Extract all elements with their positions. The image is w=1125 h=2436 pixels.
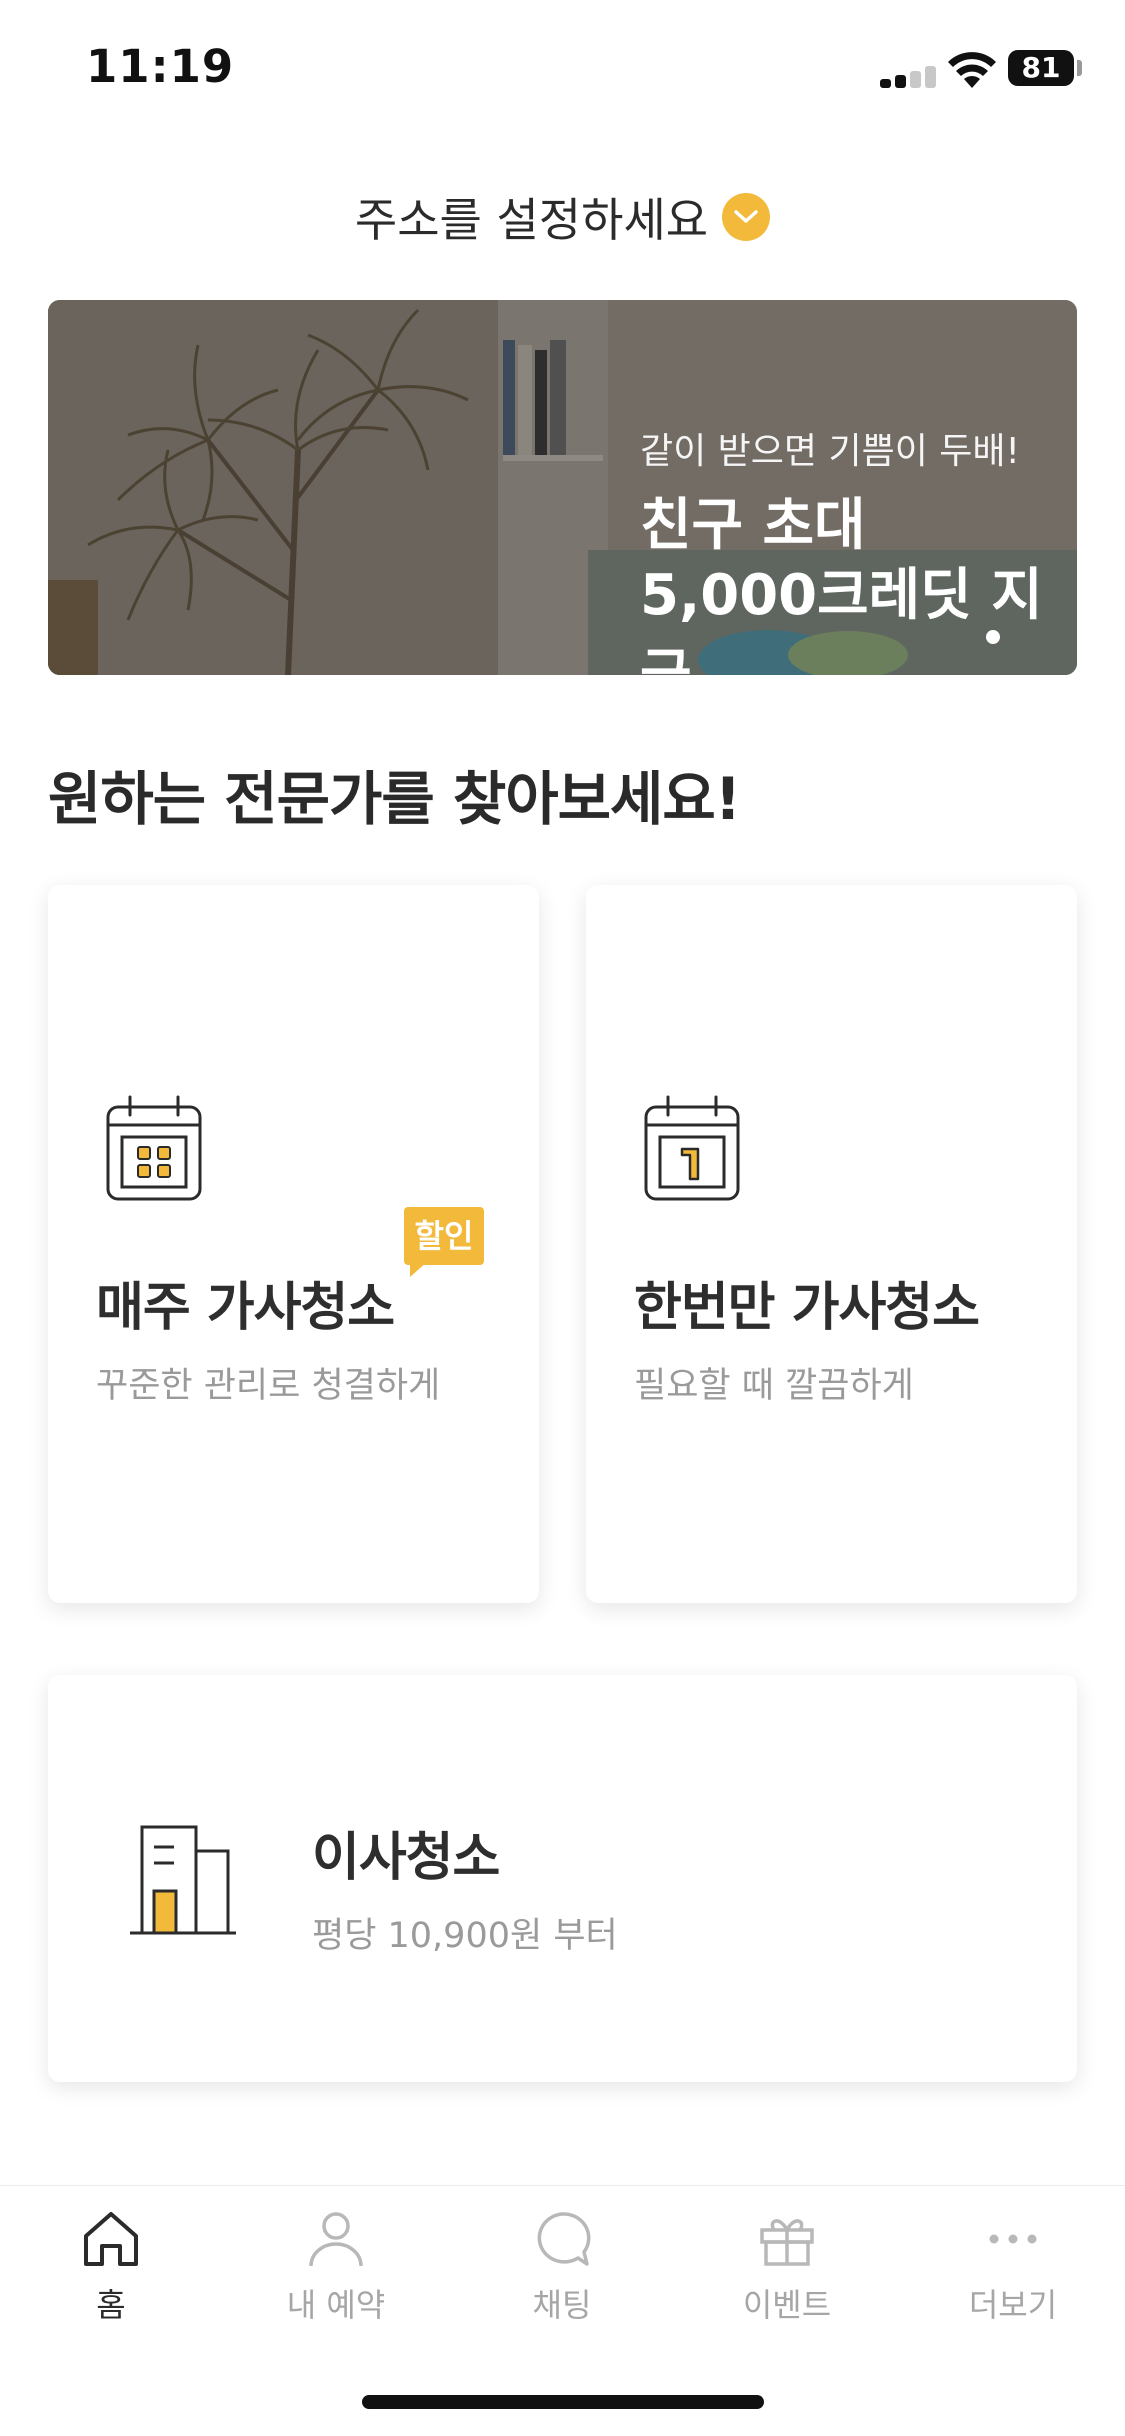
- one-time-cleaning-card[interactable]: 한번만 가사청소 필요할 때 깔끔하게: [586, 885, 1077, 1603]
- tab-chat-label: 채팅: [532, 2286, 592, 2324]
- tab-home-label: 홈: [96, 2286, 126, 2324]
- weekly-cleaning-title: 매주 가사청소: [96, 1278, 395, 1338]
- weekly-cleaning-card[interactable]: 할인 매주 가사청소 꾸준한 관리로 청결하게: [48, 885, 539, 1603]
- moving-cleaning-description: 평당 10,900원 부터: [312, 1916, 618, 1956]
- status-time: 11:19: [86, 40, 235, 93]
- gift-icon: [754, 2206, 820, 2272]
- tab-chat[interactable]: 채팅: [482, 2206, 642, 2326]
- one-time-cleaning-description: 필요할 때 깔끔하게: [634, 1366, 914, 1406]
- section-title: 원하는 전문가를 찾아보세요!: [48, 765, 741, 833]
- cellular-signal-icon: [880, 66, 936, 88]
- home-icon: [78, 2206, 144, 2272]
- address-selector[interactable]: 주소를 설정하세요: [0, 182, 1125, 252]
- banner-title-line2: 5,000크레딧 지급: [640, 563, 1043, 675]
- banner-subtitle: 같이 받으면 기쁨이 두배!: [640, 431, 1020, 472]
- battery-tip: [1077, 60, 1082, 76]
- calendar-grid-icon: [106, 1095, 202, 1201]
- banner-page-indicator: [986, 630, 1000, 644]
- person-icon: [303, 2206, 369, 2272]
- chat-bubble-icon: [529, 2206, 595, 2272]
- tab-events[interactable]: 이벤트: [707, 2206, 867, 2326]
- moving-cleaning-card[interactable]: 이사청소 평당 10,900원 부터: [48, 1675, 1077, 2082]
- weekly-cleaning-description: 꾸준한 관리로 청결하게: [96, 1366, 441, 1406]
- address-label: 주소를 설정하세요: [354, 193, 709, 247]
- status-bar: 11:19 81: [0, 0, 1125, 130]
- one-time-cleaning-title: 한번만 가사청소: [634, 1278, 980, 1338]
- moving-cleaning-title: 이사청소: [312, 1828, 500, 1888]
- battery-level: 81: [1008, 50, 1074, 86]
- building-icon: [130, 1825, 236, 1935]
- more-icon: [980, 2206, 1046, 2272]
- wifi-icon: [948, 52, 996, 88]
- discount-badge: 할인: [404, 1207, 484, 1265]
- promo-banner[interactable]: 같이 받으면 기쁨이 두배! 친구 초대 5,000크레딧 지급: [48, 300, 1077, 675]
- tab-my-reservations-label: 내 예약: [286, 2286, 386, 2324]
- tab-my-reservations[interactable]: 내 예약: [256, 2206, 416, 2326]
- tab-home[interactable]: 홈: [31, 2206, 191, 2326]
- tab-more[interactable]: 더보기: [933, 2206, 1093, 2326]
- tab-events-label: 이벤트: [742, 2286, 832, 2324]
- chevron-down-icon: [722, 193, 771, 241]
- calendar-one-icon: [644, 1095, 740, 1201]
- banner-title-line1: 친구 초대: [640, 493, 866, 558]
- home-indicator[interactable]: [362, 2395, 764, 2409]
- discount-badge-tail: [410, 1261, 428, 1277]
- tab-more-label: 더보기: [968, 2286, 1058, 2324]
